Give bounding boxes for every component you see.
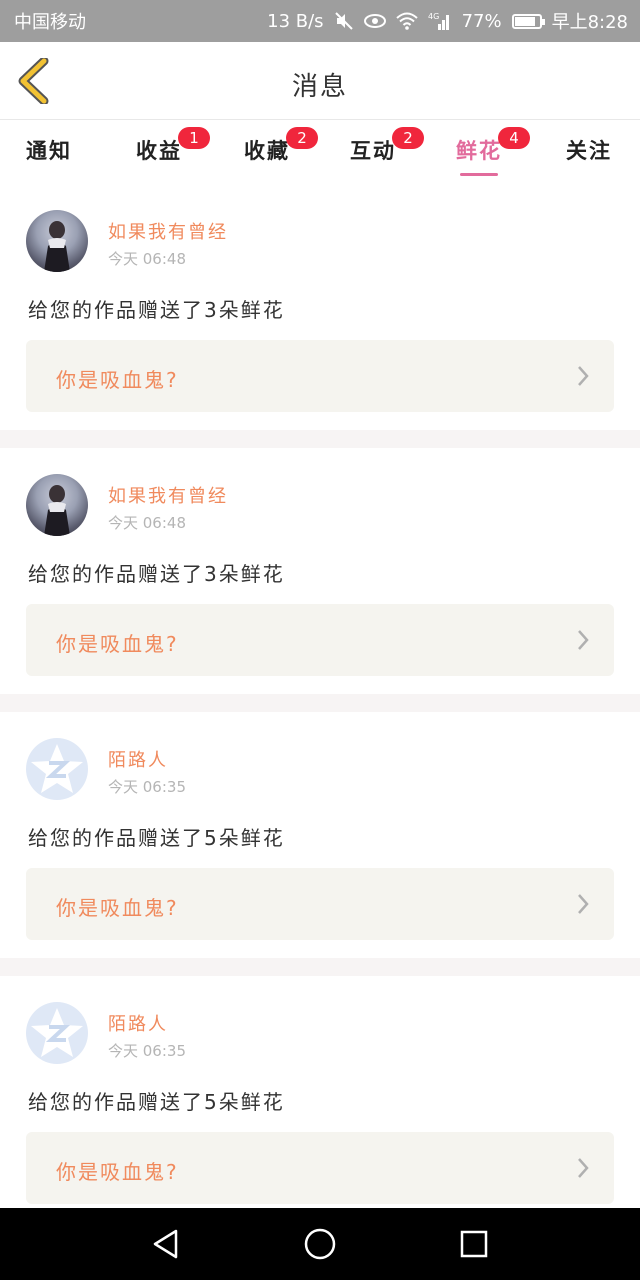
sender-name[interactable]: 如果我有曾经: [108, 482, 228, 508]
tab-label: 鲜花: [456, 139, 502, 163]
header-bar: 消息: [0, 42, 640, 120]
page-title: 消息: [291, 72, 348, 102]
work-title: 你是吸血鬼?: [56, 368, 179, 392]
chevron-right-icon: [578, 366, 589, 386]
message-card: 陌路人 今天 06:35 给您的作品赠送了5朵鲜花 你是吸血鬼?: [0, 976, 640, 1208]
home-circle-icon: [304, 1228, 336, 1260]
chevron-right-icon: [578, 630, 589, 650]
avatar[interactable]: [26, 474, 88, 536]
clock: 早上8:28: [551, 12, 628, 33]
tab-label: 关注: [566, 139, 612, 163]
message-time: 今天 06:35: [108, 1042, 186, 1060]
tab-badge: 4: [498, 127, 530, 149]
wifi-icon: [395, 12, 418, 30]
work-link[interactable]: 你是吸血鬼?: [26, 868, 614, 940]
tab-label: 收藏: [244, 139, 290, 163]
user-photo-icon: [44, 221, 70, 272]
tab-notify[interactable]: 通知: [26, 135, 72, 175]
sender-name[interactable]: 陌路人: [108, 1010, 168, 1036]
status-bar: 中国移动 13 B/s 4G 77% 早上8:28: [0, 0, 640, 42]
sender-name[interactable]: 陌路人: [108, 746, 168, 772]
network-type-label: 4G: [428, 12, 439, 21]
battery-icon: [511, 13, 545, 29]
card-divider: [0, 430, 640, 448]
avatar[interactable]: [26, 210, 88, 272]
system-nav-bar: [0, 1208, 640, 1280]
tab-label: 通知: [26, 139, 72, 163]
tab-favorites[interactable]: 收藏 2: [244, 127, 318, 175]
avatar[interactable]: [26, 1002, 88, 1064]
message-time: 今天 06:48: [108, 250, 186, 268]
eye-icon: [363, 13, 386, 29]
message-time: 今天 06:35: [108, 778, 186, 796]
work-title: 你是吸血鬼?: [56, 1160, 179, 1184]
nav-back-button[interactable]: [144, 1222, 188, 1266]
nav-recents-button[interactable]: [452, 1222, 496, 1266]
back-triangle-icon: [153, 1229, 178, 1259]
card-divider: [0, 694, 640, 712]
message-time: 今天 06:48: [108, 514, 186, 532]
tab-bar: 通知 收益 1 收藏 2 互动 2 鲜花 4 关注: [0, 121, 640, 183]
message-text: 给您的作品赠送了3朵鲜花: [28, 562, 285, 586]
work-title: 你是吸血鬼?: [56, 896, 179, 920]
user-photo-icon: [44, 485, 70, 536]
tab-flowers[interactable]: 鲜花 4: [456, 127, 530, 176]
active-tab-indicator: [460, 173, 498, 176]
battery-fill: [514, 16, 535, 26]
message-card: 如果我有曾经 今天 06:48 给您的作品赠送了3朵鲜花 你是吸血鬼?: [0, 448, 640, 694]
tab-follow[interactable]: 关注: [566, 135, 612, 175]
tab-label: 互动: [350, 139, 396, 163]
work-link[interactable]: 你是吸血鬼?: [26, 340, 614, 412]
message-card: 如果我有曾经 今天 06:48 给您的作品赠送了3朵鲜花 你是吸血鬼?: [0, 184, 640, 430]
recents-square-icon: [460, 1230, 488, 1258]
tab-label: 收益: [136, 139, 182, 163]
carrier-label: 中国移动: [14, 12, 86, 33]
chevron-right-icon: [578, 894, 589, 914]
default-avatar-icon: [31, 1008, 83, 1057]
chevron-right-icon: [578, 1158, 589, 1178]
work-link[interactable]: 你是吸血鬼?: [26, 604, 614, 676]
tab-earnings[interactable]: 收益 1: [136, 127, 210, 175]
signal-icon: 4G: [428, 12, 452, 30]
tab-badge: 1: [178, 127, 210, 149]
sender-name[interactable]: 如果我有曾经: [108, 218, 228, 244]
tab-badge: 2: [286, 127, 318, 149]
card-divider: [0, 958, 640, 976]
battery-percent: 77%: [461, 10, 502, 32]
network-speed: 13 B/s: [267, 10, 324, 32]
work-link[interactable]: 你是吸血鬼?: [26, 1132, 614, 1204]
status-right: 13 B/s 4G 77% 早上8:28: [267, 8, 628, 34]
work-title: 你是吸血鬼?: [56, 632, 179, 656]
nav-home-button[interactable]: [298, 1222, 342, 1266]
tab-badge: 2: [392, 127, 424, 149]
tab-interaction[interactable]: 互动 2: [350, 127, 424, 175]
message-text: 给您的作品赠送了3朵鲜花: [28, 298, 285, 322]
message-card: 陌路人 今天 06:35 给您的作品赠送了5朵鲜花 你是吸血鬼?: [0, 712, 640, 958]
message-text: 给您的作品赠送了5朵鲜花: [28, 826, 285, 850]
default-avatar-icon: [31, 744, 83, 793]
mute-icon: [334, 12, 354, 30]
message-text: 给您的作品赠送了5朵鲜花: [28, 1090, 285, 1114]
avatar[interactable]: [26, 738, 88, 800]
